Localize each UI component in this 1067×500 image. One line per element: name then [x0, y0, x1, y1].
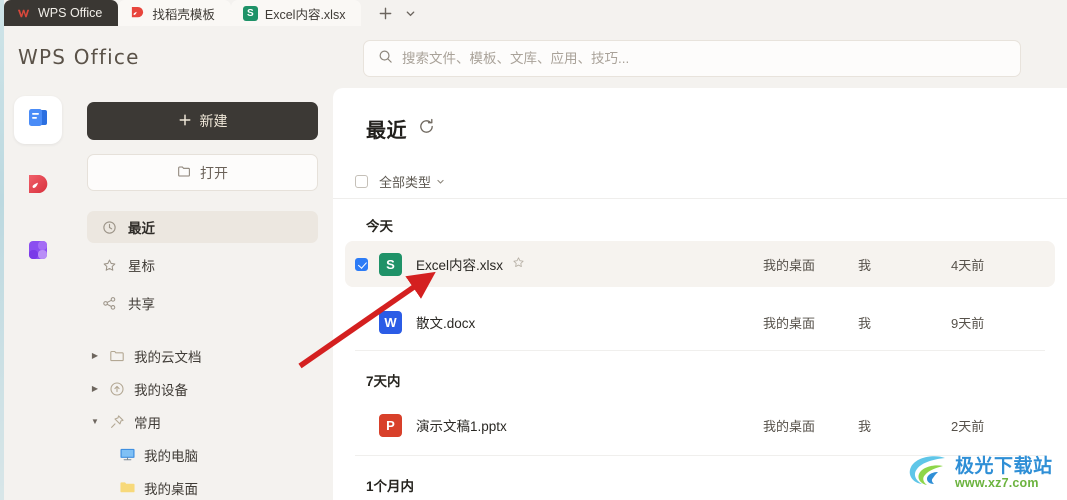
new-document-button[interactable]: 新建: [87, 102, 318, 140]
file-row-excel[interactable]: S Excel内容.xlsx 我的桌面 我 4天前: [345, 241, 1055, 287]
file-name: 演示文稿1.pptx: [416, 419, 507, 434]
watermark-logo-icon: [905, 452, 951, 497]
sidebar-panel: 新建 打开 最近 星标 共享 ▶ 我的云文档 ▶ 我的设备 ▼ 常用 我的电脑 …: [72, 88, 333, 500]
powerpoint-file-icon: P: [379, 413, 402, 437]
wps-logo-icon: [16, 6, 31, 21]
group-header: 7天内: [366, 374, 401, 389]
file-modified: 2天前: [951, 418, 985, 434]
sidebar-item-recent[interactable]: 最近: [87, 211, 318, 243]
document-icon: [25, 105, 51, 136]
column-header-row: 全部类型 文件位置 创建者 最近修改: [333, 165, 1067, 199]
desktop-folder-icon: [118, 480, 136, 496]
tree-item-label: 我的桌面: [144, 481, 198, 497]
file-owner: 我: [858, 418, 872, 434]
file-row-ppt[interactable]: P 演示文稿1.pptx 我的桌面 我 2天前: [345, 402, 1055, 448]
rail-item-docer[interactable]: [14, 162, 62, 210]
file-modified: 4天前: [951, 257, 985, 273]
sidebar-item-label: 星标: [128, 259, 155, 274]
tree-item-frequent[interactable]: ▼ 常用: [72, 405, 333, 438]
tree-item-cloud-docs[interactable]: ▶ 我的云文档: [72, 339, 333, 372]
star-icon[interactable]: [512, 256, 525, 272]
file-name: Excel内容.xlsx: [416, 258, 504, 273]
file-owner: 我: [858, 257, 872, 273]
pin-icon: [108, 414, 126, 430]
tab-wps-office[interactable]: WPS Office: [4, 0, 119, 26]
sidebar-nav-list: 最近 星标 共享: [72, 211, 333, 319]
tab-bar-actions: [375, 0, 420, 26]
file-owner: 我: [858, 315, 872, 331]
grid-icon: [25, 237, 51, 268]
sidebar-item-label: 最近: [128, 221, 155, 236]
open-file-label: 打开: [200, 164, 228, 181]
open-file-button[interactable]: 打开: [87, 154, 318, 191]
tab-excel-file[interactable]: S Excel内容.xlsx: [230, 0, 362, 26]
file-name: 散文.docx: [416, 316, 476, 331]
wps-office-window: WPS Office 找稻壳模板 S Excel内容.xlsx WPS Offi…: [0, 0, 1067, 500]
excel-icon: S: [242, 5, 258, 21]
tree-item-my-devices[interactable]: ▶ 我的设备: [72, 372, 333, 405]
column-header-type: 全部类型: [379, 175, 432, 190]
select-all-checkbox[interactable]: [355, 175, 368, 188]
tab-label: 找稻壳模板: [152, 7, 215, 22]
cloud-folder-icon: [108, 348, 126, 364]
clock-icon: [101, 220, 117, 235]
main-content-panel: 最近 全部类型 文件位置 创建者 最近修改 今天 S Excel内容.xlsx: [333, 88, 1067, 500]
window-left-edge: [0, 0, 4, 500]
app-brand-logo: WPS Office: [18, 45, 140, 69]
watermark-url: www.xz7.com: [955, 476, 1039, 491]
tree-item-my-desktop[interactable]: 我的桌面: [72, 471, 333, 500]
tab-label: WPS Office: [38, 6, 103, 20]
watermark-site-name: 极光下载站: [955, 456, 1053, 478]
watermark-text: 极光下载站 www.xz7.com: [955, 457, 1053, 490]
sidebar-item-starred[interactable]: 星标: [87, 249, 318, 281]
row-checkbox[interactable]: [355, 257, 368, 271]
docer-leaf-icon: [25, 171, 51, 202]
search-icon: [378, 49, 393, 69]
tab-label: Excel内容.xlsx: [264, 7, 346, 22]
file-location: 我的桌面: [763, 418, 816, 434]
chevron-right-icon[interactable]: ▶: [90, 351, 100, 360]
tab-bar: WPS Office 找稻壳模板 S Excel内容.xlsx: [0, 0, 1067, 26]
chevron-down-icon[interactable]: ▼: [90, 417, 100, 426]
star-icon: [101, 258, 117, 273]
new-document-label: 新建: [199, 113, 228, 129]
sidebar-item-shared[interactable]: 共享: [87, 287, 318, 319]
app-rail: [4, 88, 72, 500]
filter-type-dropdown[interactable]: 全部类型: [379, 172, 445, 191]
plus-icon: [178, 113, 192, 130]
folder-open-icon: [177, 164, 192, 182]
group-header: 今天: [366, 219, 393, 234]
tree-item-label: 常用: [134, 415, 161, 431]
excel-file-icon: S: [379, 252, 402, 276]
word-file-icon: W: [379, 310, 402, 334]
sidebar-tree: ▶ 我的云文档 ▶ 我的设备 ▼ 常用 我的电脑 我的桌面: [72, 339, 333, 500]
search-input[interactable]: [402, 51, 1006, 66]
tree-item-label: 我的设备: [134, 382, 188, 398]
chevron-down-icon: [437, 179, 444, 184]
rail-item-apps[interactable]: [14, 228, 62, 276]
sidebar-item-label: 共享: [128, 297, 155, 312]
computer-icon: [118, 447, 136, 463]
tab-docer-template[interactable]: 找稻壳模板: [118, 0, 231, 26]
file-modified: 9天前: [951, 315, 985, 331]
refresh-icon[interactable]: [418, 118, 435, 140]
tree-item-my-computer[interactable]: 我的电脑: [72, 438, 333, 471]
device-cloud-icon: [108, 381, 126, 397]
docer-icon: [130, 6, 145, 21]
site-watermark: 极光下载站 www.xz7.com: [905, 450, 1067, 498]
chevron-right-icon[interactable]: ▶: [90, 384, 100, 393]
page-title: 最近: [366, 120, 407, 142]
tree-item-label: 我的电脑: [144, 448, 198, 464]
tree-item-label: 我的云文档: [134, 349, 202, 365]
rail-item-docs[interactable]: [14, 96, 62, 144]
file-location: 我的桌面: [763, 315, 816, 331]
file-row-word[interactable]: W 散文.docx 我的桌面 我 9天前: [345, 299, 1055, 345]
global-search[interactable]: [363, 40, 1021, 77]
chevron-down-icon[interactable]: [400, 3, 420, 23]
share-icon: [101, 296, 117, 311]
new-tab-button[interactable]: [375, 3, 395, 23]
page-title-row: 最近: [333, 88, 1067, 143]
file-location: 我的桌面: [763, 257, 816, 273]
